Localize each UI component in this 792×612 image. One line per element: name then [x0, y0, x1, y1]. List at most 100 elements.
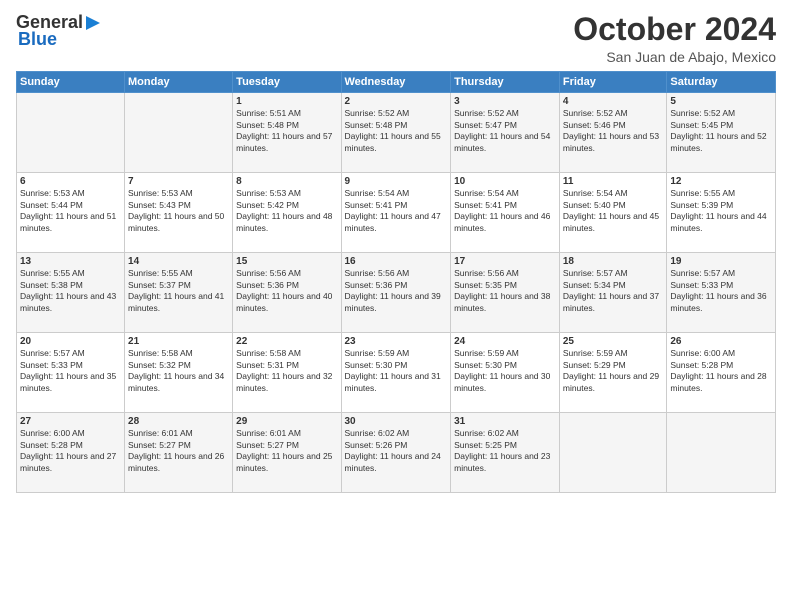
day-info: Sunrise: 5:55 AM Sunset: 5:37 PM Dayligh…: [128, 268, 229, 314]
day-number: 15: [236, 256, 337, 267]
day-info: Sunrise: 5:51 AM Sunset: 5:48 PM Dayligh…: [236, 108, 337, 154]
header: General Blue October 2024 San Juan de Ab…: [16, 12, 776, 65]
location: San Juan de Abajo, Mexico: [573, 49, 776, 65]
day-number: 1: [236, 96, 337, 107]
day-info: Sunrise: 6:00 AM Sunset: 5:28 PM Dayligh…: [670, 348, 772, 394]
day-info: Sunrise: 5:54 AM Sunset: 5:41 PM Dayligh…: [454, 188, 556, 234]
calendar-cell: 20Sunrise: 5:57 AM Sunset: 5:33 PM Dayli…: [17, 333, 125, 413]
header-sunday: Sunday: [17, 72, 125, 93]
day-info: Sunrise: 5:53 AM Sunset: 5:44 PM Dayligh…: [20, 188, 121, 234]
calendar-cell: 1Sunrise: 5:51 AM Sunset: 5:48 PM Daylig…: [233, 93, 341, 173]
week-row-1: 1Sunrise: 5:51 AM Sunset: 5:48 PM Daylig…: [17, 93, 776, 173]
day-info: Sunrise: 5:54 AM Sunset: 5:40 PM Dayligh…: [563, 188, 664, 234]
logo: General Blue: [16, 12, 102, 50]
calendar-cell: 12Sunrise: 5:55 AM Sunset: 5:39 PM Dayli…: [667, 173, 776, 253]
day-info: Sunrise: 5:53 AM Sunset: 5:42 PM Dayligh…: [236, 188, 337, 234]
calendar-cell: [559, 413, 667, 493]
day-number: 24: [454, 336, 556, 347]
day-number: 10: [454, 176, 556, 187]
day-info: Sunrise: 6:02 AM Sunset: 5:25 PM Dayligh…: [454, 428, 556, 474]
day-info: Sunrise: 6:00 AM Sunset: 5:28 PM Dayligh…: [20, 428, 121, 474]
day-number: 14: [128, 256, 229, 267]
day-number: 5: [670, 96, 772, 107]
day-number: 16: [345, 256, 448, 267]
calendar-cell: 13Sunrise: 5:55 AM Sunset: 5:38 PM Dayli…: [17, 253, 125, 333]
calendar-header-row: Sunday Monday Tuesday Wednesday Thursday…: [17, 72, 776, 93]
calendar-cell: 29Sunrise: 6:01 AM Sunset: 5:27 PM Dayli…: [233, 413, 341, 493]
week-row-5: 27Sunrise: 6:00 AM Sunset: 5:28 PM Dayli…: [17, 413, 776, 493]
day-number: 27: [20, 416, 121, 427]
header-tuesday: Tuesday: [233, 72, 341, 93]
day-number: 22: [236, 336, 337, 347]
calendar-cell: 22Sunrise: 5:58 AM Sunset: 5:31 PM Dayli…: [233, 333, 341, 413]
calendar-cell: 8Sunrise: 5:53 AM Sunset: 5:42 PM Daylig…: [233, 173, 341, 253]
page: General Blue October 2024 San Juan de Ab…: [0, 0, 792, 612]
calendar-cell: 26Sunrise: 6:00 AM Sunset: 5:28 PM Dayli…: [667, 333, 776, 413]
day-number: 18: [563, 256, 664, 267]
day-number: 13: [20, 256, 121, 267]
day-number: 21: [128, 336, 229, 347]
day-number: 8: [236, 176, 337, 187]
calendar-cell: 11Sunrise: 5:54 AM Sunset: 5:40 PM Dayli…: [559, 173, 667, 253]
day-info: Sunrise: 5:53 AM Sunset: 5:43 PM Dayligh…: [128, 188, 229, 234]
calendar-cell: 16Sunrise: 5:56 AM Sunset: 5:36 PM Dayli…: [341, 253, 451, 333]
calendar-cell: 3Sunrise: 5:52 AM Sunset: 5:47 PM Daylig…: [451, 93, 560, 173]
day-number: 28: [128, 416, 229, 427]
logo-arrow-icon: [84, 14, 102, 32]
day-number: 17: [454, 256, 556, 267]
day-number: 4: [563, 96, 664, 107]
day-info: Sunrise: 5:59 AM Sunset: 5:30 PM Dayligh…: [454, 348, 556, 394]
day-info: Sunrise: 5:59 AM Sunset: 5:29 PM Dayligh…: [563, 348, 664, 394]
calendar-cell: [125, 93, 233, 173]
day-number: 23: [345, 336, 448, 347]
day-number: 30: [345, 416, 448, 427]
header-monday: Monday: [125, 72, 233, 93]
title-area: October 2024 San Juan de Abajo, Mexico: [573, 12, 776, 65]
month-title: October 2024: [573, 12, 776, 47]
day-info: Sunrise: 5:52 AM Sunset: 5:47 PM Dayligh…: [454, 108, 556, 154]
calendar-cell: [667, 413, 776, 493]
day-number: 11: [563, 176, 664, 187]
calendar-cell: 19Sunrise: 5:57 AM Sunset: 5:33 PM Dayli…: [667, 253, 776, 333]
day-info: Sunrise: 5:55 AM Sunset: 5:38 PM Dayligh…: [20, 268, 121, 314]
calendar-cell: 21Sunrise: 5:58 AM Sunset: 5:32 PM Dayli…: [125, 333, 233, 413]
calendar-cell: 24Sunrise: 5:59 AM Sunset: 5:30 PM Dayli…: [451, 333, 560, 413]
calendar-cell: 30Sunrise: 6:02 AM Sunset: 5:26 PM Dayli…: [341, 413, 451, 493]
calendar-cell: 2Sunrise: 5:52 AM Sunset: 5:48 PM Daylig…: [341, 93, 451, 173]
calendar-cell: 28Sunrise: 6:01 AM Sunset: 5:27 PM Dayli…: [125, 413, 233, 493]
week-row-4: 20Sunrise: 5:57 AM Sunset: 5:33 PM Dayli…: [17, 333, 776, 413]
day-info: Sunrise: 5:58 AM Sunset: 5:32 PM Dayligh…: [128, 348, 229, 394]
day-number: 3: [454, 96, 556, 107]
day-info: Sunrise: 5:57 AM Sunset: 5:33 PM Dayligh…: [20, 348, 121, 394]
day-info: Sunrise: 5:56 AM Sunset: 5:35 PM Dayligh…: [454, 268, 556, 314]
day-info: Sunrise: 6:02 AM Sunset: 5:26 PM Dayligh…: [345, 428, 448, 474]
calendar-cell: [17, 93, 125, 173]
calendar-cell: 23Sunrise: 5:59 AM Sunset: 5:30 PM Dayli…: [341, 333, 451, 413]
calendar-cell: 18Sunrise: 5:57 AM Sunset: 5:34 PM Dayli…: [559, 253, 667, 333]
calendar-cell: 5Sunrise: 5:52 AM Sunset: 5:45 PM Daylig…: [667, 93, 776, 173]
week-row-3: 13Sunrise: 5:55 AM Sunset: 5:38 PM Dayli…: [17, 253, 776, 333]
day-info: Sunrise: 5:52 AM Sunset: 5:48 PM Dayligh…: [345, 108, 448, 154]
day-info: Sunrise: 5:56 AM Sunset: 5:36 PM Dayligh…: [345, 268, 448, 314]
calendar-cell: 7Sunrise: 5:53 AM Sunset: 5:43 PM Daylig…: [125, 173, 233, 253]
header-saturday: Saturday: [667, 72, 776, 93]
header-thursday: Thursday: [451, 72, 560, 93]
calendar-cell: 17Sunrise: 5:56 AM Sunset: 5:35 PM Dayli…: [451, 253, 560, 333]
day-info: Sunrise: 5:56 AM Sunset: 5:36 PM Dayligh…: [236, 268, 337, 314]
logo-blue-text: Blue: [18, 29, 57, 50]
calendar-cell: 31Sunrise: 6:02 AM Sunset: 5:25 PM Dayli…: [451, 413, 560, 493]
calendar-cell: 10Sunrise: 5:54 AM Sunset: 5:41 PM Dayli…: [451, 173, 560, 253]
day-number: 25: [563, 336, 664, 347]
day-info: Sunrise: 5:57 AM Sunset: 5:33 PM Dayligh…: [670, 268, 772, 314]
day-info: Sunrise: 5:59 AM Sunset: 5:30 PM Dayligh…: [345, 348, 448, 394]
day-number: 20: [20, 336, 121, 347]
header-friday: Friday: [559, 72, 667, 93]
day-info: Sunrise: 5:54 AM Sunset: 5:41 PM Dayligh…: [345, 188, 448, 234]
week-row-2: 6Sunrise: 5:53 AM Sunset: 5:44 PM Daylig…: [17, 173, 776, 253]
day-number: 9: [345, 176, 448, 187]
calendar-cell: 15Sunrise: 5:56 AM Sunset: 5:36 PM Dayli…: [233, 253, 341, 333]
day-info: Sunrise: 6:01 AM Sunset: 5:27 PM Dayligh…: [236, 428, 337, 474]
day-number: 29: [236, 416, 337, 427]
day-number: 2: [345, 96, 448, 107]
calendar-cell: 6Sunrise: 5:53 AM Sunset: 5:44 PM Daylig…: [17, 173, 125, 253]
